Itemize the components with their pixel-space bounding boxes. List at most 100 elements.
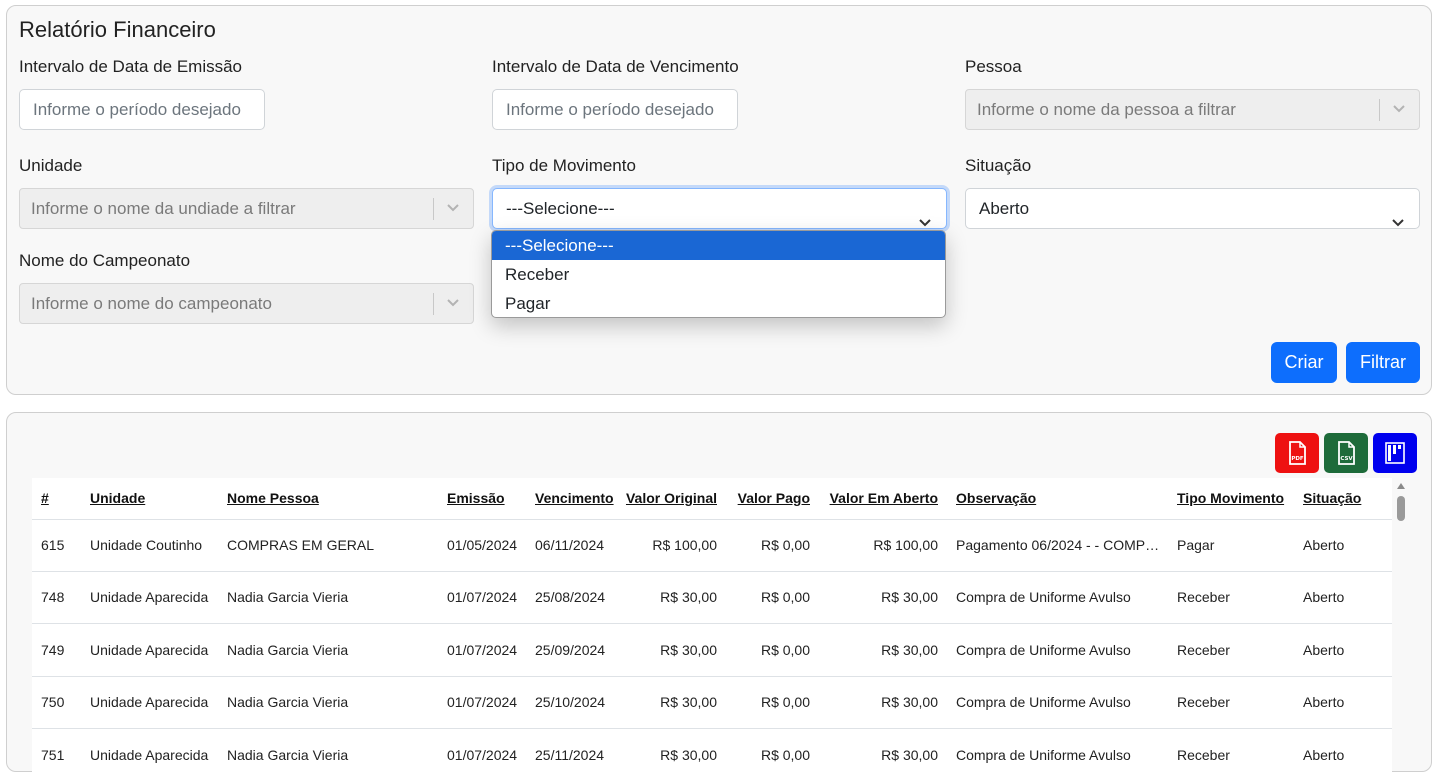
columns-icon	[1384, 441, 1406, 465]
tipo-movimento-select[interactable]: ---Selecione---	[492, 188, 947, 229]
campeonato-select[interactable]: Informe o nome do campeonato	[19, 283, 474, 324]
scrollbar-thumb[interactable]	[1397, 496, 1405, 521]
campeonato-label: Nome do Campeonato	[19, 251, 190, 271]
pessoa-select[interactable]: Informe o nome da pessoa a filtrar	[965, 89, 1420, 130]
unidade-label: Unidade	[19, 156, 82, 176]
dropdown-option-receber[interactable]: Receber	[492, 260, 945, 289]
cell-unidade: Unidade Aparecida	[81, 571, 218, 624]
cell-valor-em-aberto: R$ 100,00	[819, 519, 947, 571]
column-visibility-button[interactable]	[1373, 433, 1417, 473]
cell-observacao: Compra de Uniforme Avulso	[947, 729, 1168, 778]
scroll-up-arrow-icon[interactable]	[1397, 483, 1405, 489]
cell-valor-original: R$ 100,00	[624, 519, 726, 571]
cell-valor-original: R$ 30,00	[624, 624, 726, 677]
campeonato-select-placeholder: Informe o nome do campeonato	[31, 294, 272, 313]
column-header-tipo-movimento[interactable]: Tipo Movimento	[1168, 478, 1294, 519]
cell-tipo-movimento: Receber	[1168, 676, 1294, 729]
cell-situacao: Aberto	[1294, 519, 1392, 571]
cell-situacao: Aberto	[1294, 729, 1392, 778]
dropdown-option-pagar[interactable]: Pagar	[492, 289, 945, 318]
table-scrollbar[interactable]	[1395, 478, 1407, 778]
cell-valor-em-aberto: R$ 30,00	[819, 624, 947, 677]
criar-button[interactable]: Criar	[1271, 342, 1337, 383]
cell-id: 615	[32, 519, 81, 571]
chevron-down-icon[interactable]	[445, 284, 461, 323]
pdf-icon-text: PDF	[1291, 456, 1304, 462]
cell-nome-pessoa: Nadia Garcia Vieria	[218, 571, 438, 624]
situacao-select[interactable]: Aberto	[965, 188, 1420, 229]
unidade-select-placeholder: Informe o nome da undiade a filtrar	[31, 199, 296, 218]
cell-observacao: Pagamento 06/2024 - - COMPRAS EM GERAL	[947, 519, 1168, 571]
tipo-movimento-selected-value: ---Selecione---	[506, 199, 615, 218]
column-header-emissao[interactable]: Emissão	[438, 478, 526, 519]
column-header-unidade[interactable]: Unidade	[81, 478, 218, 519]
pessoa-select-placeholder: Informe o nome da pessoa a filtrar	[977, 100, 1236, 119]
cell-emissao: 01/07/2024	[438, 624, 526, 677]
select-separator	[433, 198, 434, 220]
cell-tipo-movimento: Receber	[1168, 571, 1294, 624]
cell-valor-pago: R$ 0,00	[726, 676, 819, 729]
chevron-down-icon[interactable]	[445, 189, 461, 228]
column-header-vencimento[interactable]: Vencimento	[526, 478, 624, 519]
vencimento-date-range-input[interactable]: Informe o período desejado	[492, 89, 738, 130]
cell-observacao: Compra de Uniforme Avulso	[947, 676, 1168, 729]
cell-unidade: Unidade Coutinho	[81, 519, 218, 571]
cell-valor-em-aberto: R$ 30,00	[819, 676, 947, 729]
cell-vencimento: 25/11/2024	[526, 729, 624, 778]
unidade-select[interactable]: Informe o nome da undiade a filtrar	[19, 188, 474, 229]
cell-emissao: 01/05/2024	[438, 519, 526, 571]
cell-tipo-movimento: Pagar	[1168, 519, 1294, 571]
cell-nome-pessoa: COMPRAS EM GERAL	[218, 519, 438, 571]
tipo-movimento-dropdown-list: ---Selecione--- Receber Pagar	[491, 230, 946, 318]
column-header-observacao[interactable]: Observação	[947, 478, 1168, 519]
export-csv-button[interactable]: CSV	[1324, 433, 1368, 473]
cell-nome-pessoa: Nadia Garcia Vieria	[218, 729, 438, 778]
cell-valor-original: R$ 30,00	[624, 571, 726, 624]
results-table-container: # Unidade Nome Pessoa Emissão Vencimento…	[32, 478, 1392, 778]
column-header-valor-original[interactable]: Valor Original	[624, 478, 726, 519]
cell-unidade: Unidade Aparecida	[81, 676, 218, 729]
filtrar-button[interactable]: Filtrar	[1346, 342, 1420, 383]
table-row[interactable]: 748 Unidade Aparecida Nadia Garcia Vieri…	[32, 571, 1392, 624]
cell-vencimento: 25/09/2024	[526, 624, 624, 677]
table-row[interactable]: 751 Unidade Aparecida Nadia Garcia Vieri…	[32, 729, 1392, 778]
pdf-file-icon: PDF	[1286, 441, 1308, 465]
results-table: # Unidade Nome Pessoa Emissão Vencimento…	[32, 478, 1392, 778]
column-header-situacao[interactable]: Situação	[1294, 478, 1392, 519]
emissao-date-range-input[interactable]: Informe o período desejado	[19, 89, 265, 130]
cell-nome-pessoa: Nadia Garcia Vieria	[218, 676, 438, 729]
export-pdf-button[interactable]: PDF	[1275, 433, 1319, 473]
cell-valor-pago: R$ 0,00	[726, 729, 819, 778]
column-header-valor-pago[interactable]: Valor Pago	[726, 478, 819, 519]
table-row[interactable]: 749 Unidade Aparecida Nadia Garcia Vieri…	[32, 624, 1392, 677]
column-header-valor-em-aberto[interactable]: Valor Em Aberto	[819, 478, 947, 519]
csv-icon-text: CSV	[1340, 456, 1353, 462]
csv-file-icon: CSV	[1335, 441, 1357, 465]
table-row[interactable]: 615 Unidade Coutinho COMPRAS EM GERAL 01…	[32, 519, 1392, 571]
dropdown-option-selecione[interactable]: ---Selecione---	[492, 231, 945, 260]
cell-id: 749	[32, 624, 81, 677]
cell-observacao: Compra de Uniforme Avulso	[947, 571, 1168, 624]
cell-observacao: Compra de Uniforme Avulso	[947, 624, 1168, 677]
table-row[interactable]: 750 Unidade Aparecida Nadia Garcia Vieri…	[32, 676, 1392, 729]
cell-valor-pago: R$ 0,00	[726, 624, 819, 677]
chevron-down-icon	[1391, 203, 1405, 242]
cell-unidade: Unidade Aparecida	[81, 624, 218, 677]
cell-valor-original: R$ 30,00	[624, 676, 726, 729]
cell-emissao: 01/07/2024	[438, 571, 526, 624]
column-header-id[interactable]: #	[32, 478, 81, 519]
cell-vencimento: 06/11/2024	[526, 519, 624, 571]
cell-valor-original: R$ 30,00	[624, 729, 726, 778]
cell-unidade: Unidade Aparecida	[81, 729, 218, 778]
cell-valor-pago: R$ 0,00	[726, 519, 819, 571]
cell-id: 751	[32, 729, 81, 778]
emissao-label: Intervalo de Data de Emissão	[19, 57, 242, 77]
cell-id: 748	[32, 571, 81, 624]
cell-vencimento: 25/08/2024	[526, 571, 624, 624]
chevron-down-icon[interactable]	[1391, 90, 1407, 129]
vencimento-label: Intervalo de Data de Vencimento	[492, 57, 739, 77]
filter-panel: Relatório Financeiro Intervalo de Data d…	[6, 5, 1432, 395]
column-header-nome-pessoa[interactable]: Nome Pessoa	[218, 478, 438, 519]
select-separator	[433, 293, 434, 315]
cell-situacao: Aberto	[1294, 676, 1392, 729]
